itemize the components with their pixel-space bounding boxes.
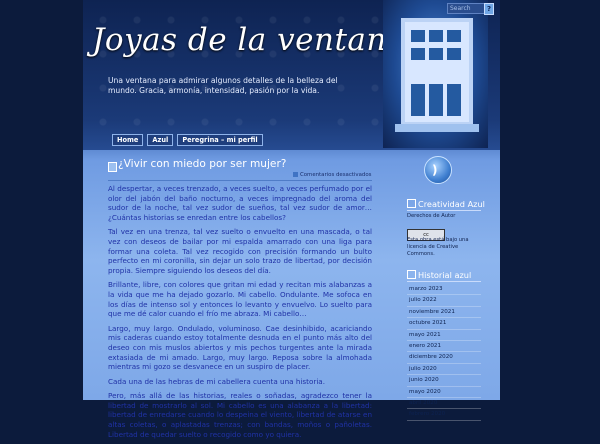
post-paragraph: Cada una de las hebras de mi cabellera c… xyxy=(108,376,326,386)
archive-item[interactable]: marzo 2023 xyxy=(407,284,481,296)
document-icon xyxy=(407,270,416,279)
document-icon xyxy=(407,199,416,208)
sidebar-heading-creatividad: Creatividad Azul xyxy=(407,199,485,209)
post-paragraph: Brillante, libre, con colores que gritan… xyxy=(108,280,372,319)
comments-status: Comentarios desactivados xyxy=(293,172,371,178)
nav-tab-home[interactable]: Home xyxy=(112,134,144,146)
window-sill xyxy=(395,124,479,132)
archive-item[interactable]: junio 2020 xyxy=(407,375,481,387)
window-frame xyxy=(401,18,473,126)
window-illustration xyxy=(383,0,488,148)
comments-label: Comentarios desactivados xyxy=(300,172,372,178)
archive-item[interactable]: enero 2021 xyxy=(407,341,481,353)
post-paragraph: Tal vez en una trenza, tal vez suelto o … xyxy=(108,227,372,275)
post-body: Al despertar, a veces trenzado, a veces … xyxy=(108,184,372,444)
sidebar-divider xyxy=(407,210,481,211)
search-button[interactable]: ? xyxy=(484,3,494,15)
rss-feed-icon[interactable]: ) xyxy=(424,156,452,184)
search-input[interactable]: Search xyxy=(447,3,487,14)
archive-item[interactable]: febrero 2020 xyxy=(407,409,481,421)
archive-list: marzo 2023 julio 2022 noviembre 2021 oct… xyxy=(407,284,481,421)
site-tagline: Una ventana para admirar algunos detalle… xyxy=(108,76,338,95)
document-icon xyxy=(108,162,117,172)
license-note[interactable]: Esta obra está bajo una licencia de Crea… xyxy=(407,237,487,259)
post-divider xyxy=(108,180,372,181)
main-nav: Home Azul Peregrina – mi perfil xyxy=(112,134,263,146)
nav-tab-peregrina[interactable]: Peregrina – mi perfil xyxy=(177,134,263,146)
archive-item[interactable]: mayo 2021 xyxy=(407,330,481,341)
post-paragraph: Al despertar, a veces trenzado, a veces … xyxy=(108,184,372,222)
copyright-label: Derechos de Autor xyxy=(407,213,456,219)
post-paragraph: Pero, más allá de las historias, reales … xyxy=(108,391,372,439)
comment-icon xyxy=(293,172,298,177)
post-header: ¿Vivir con miedo por ser mujer? Comentar… xyxy=(108,158,372,178)
sidebar-heading-historial: Historial azul xyxy=(407,270,471,280)
post-paragraph: Largo, muy largo. Ondulado, voluminoso. … xyxy=(108,323,372,372)
archive-item[interactable]: mayo 2020 xyxy=(407,387,481,398)
archive-item[interactable]: julio 2022 xyxy=(407,295,481,307)
sidebar-divider xyxy=(407,281,481,282)
post-title[interactable]: ¿Vivir con miedo por ser mujer? xyxy=(118,158,286,170)
archive-item[interactable]: noviembre 2021 xyxy=(407,307,481,319)
archive-item[interactable]: octubre 2021 xyxy=(407,318,481,330)
archive-item[interactable]: julio 2020 xyxy=(407,364,481,376)
archive-item[interactable]: diciembre 2020 xyxy=(407,352,481,364)
nav-tab-azul[interactable]: Azul xyxy=(147,134,174,146)
